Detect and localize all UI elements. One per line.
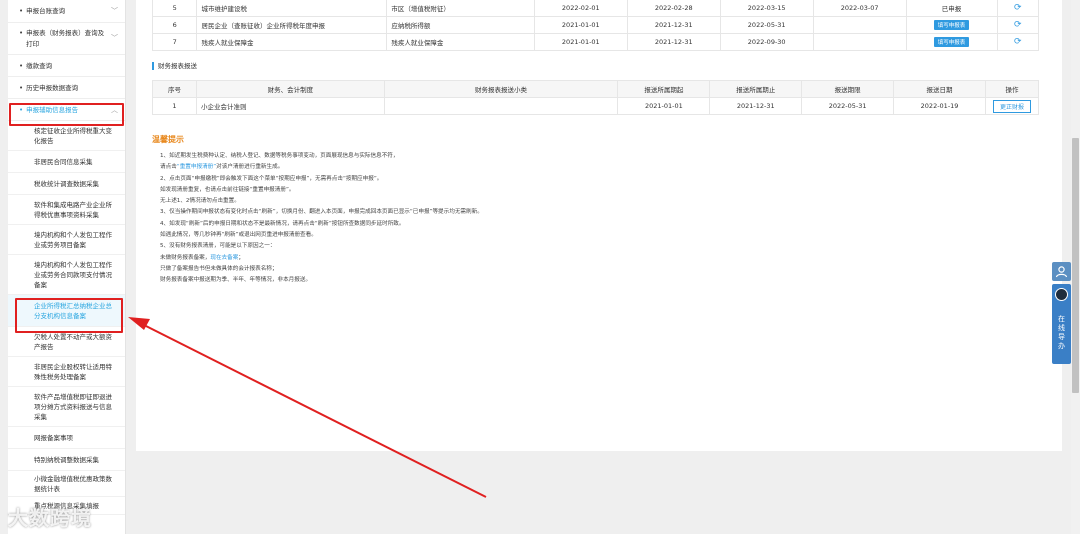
annotation-arrow — [128, 317, 487, 498]
watermark-logo: 大数跨境 — [8, 506, 92, 530]
